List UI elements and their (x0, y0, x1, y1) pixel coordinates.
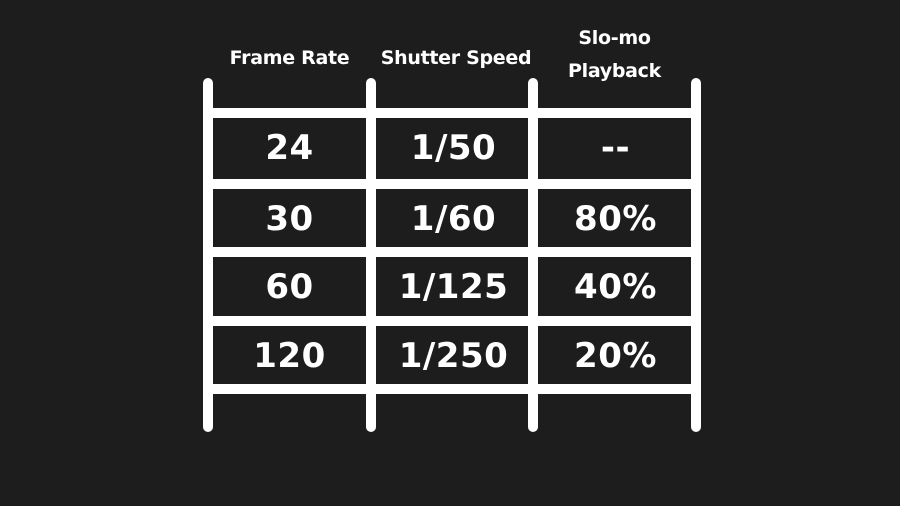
grid-hline-1 (208, 108, 696, 118)
cell-slomo: -- (600, 128, 631, 168)
grid-hline-5 (208, 384, 696, 394)
cell-frame-rate: 60 (265, 267, 314, 307)
cell-slomo: 80% (574, 199, 657, 239)
cell-shutter-speed: 1/250 (398, 336, 509, 376)
grid-hline-4 (208, 316, 696, 326)
header-slomo-line2: Playback (568, 60, 661, 82)
cell-slomo: 20% (574, 336, 657, 376)
header-shutter-speed: Shutter Speed (380, 47, 532, 69)
cell-frame-rate: 24 (265, 128, 314, 168)
header-slomo-line1: Slo-mo (578, 27, 651, 49)
cell-slomo: 40% (574, 267, 657, 307)
cell-shutter-speed: 1/50 (410, 128, 497, 168)
header-slomo-playback: Slo-mo Playback (538, 22, 691, 88)
cell-frame-rate: 120 (253, 336, 326, 376)
cell-shutter-speed: 1/125 (398, 267, 509, 307)
cell-frame-rate: 30 (265, 199, 314, 239)
grid-hline-2 (208, 179, 696, 189)
cell-shutter-speed: 1/60 (410, 199, 497, 239)
header-frame-rate: Frame Rate (229, 47, 350, 69)
grid-hline-3 (208, 247, 696, 257)
